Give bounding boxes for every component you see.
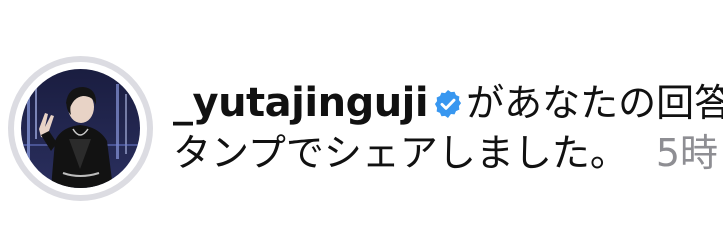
username-link[interactable]: _yutajinguji	[173, 80, 429, 126]
activity-notification[interactable]: _yutajinguji があなたの回答 タンプでシェアしました。 5時	[0, 0, 723, 240]
verified-badge-icon	[432, 82, 464, 118]
message-part-2: タンプでシェアしました。	[173, 131, 628, 175]
message-part-1: があなたの回答	[466, 81, 723, 125]
user-avatar-image	[21, 69, 140, 188]
avatar[interactable]	[8, 56, 153, 201]
notification-text[interactable]: _yutajinguji があなたの回答 タンプでシェアしました。 5時	[173, 78, 723, 178]
notification-line-2: タンプでシェアしました。 5時	[173, 128, 723, 178]
notification-line-1: _yutajinguji があなたの回答	[173, 78, 723, 128]
timestamp: 5時	[655, 131, 719, 175]
